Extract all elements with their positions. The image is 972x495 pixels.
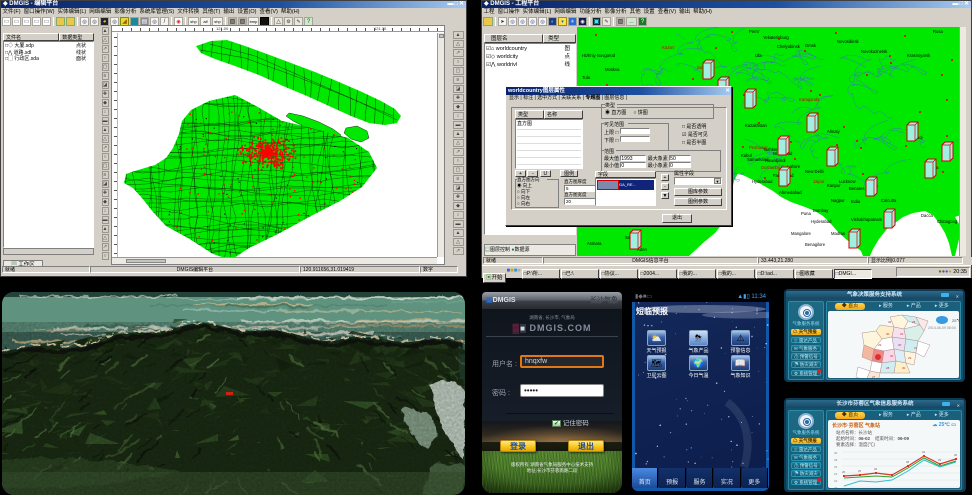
svg-text:29: 29 — [908, 356, 912, 360]
svg-text:Benagilore: Benagilore — [805, 242, 826, 247]
svg-text:Hizhniy Novgorod: Hizhniy Novgorod — [582, 53, 616, 58]
svg-text:Hyderabad: Hyderabad — [811, 219, 832, 224]
svg-text:Kazan': Kazan' — [662, 45, 675, 50]
svg-text:Ufa: Ufa — [755, 53, 762, 58]
svg-text:31: 31 — [900, 332, 904, 336]
svg-text:28: 28 — [834, 458, 838, 462]
svg-text:Almaty: Almaty — [827, 129, 841, 134]
svg-text:Bombay: Bombay — [813, 208, 829, 213]
svg-text:27: 27 — [872, 375, 876, 378]
svg-text:Ahmedabad: Ahmedabad — [779, 190, 802, 195]
svg-text:Moskva: Moskva — [605, 67, 620, 72]
svg-text:26: 26 — [834, 465, 838, 469]
svg-text:33: 33 — [876, 356, 880, 360]
svg-text:25: 25 — [842, 470, 846, 474]
svg-text:22: 22 — [834, 479, 838, 483]
svg-text:Krasnoyarsk: Krasnoyarsk — [907, 53, 931, 58]
svg-text:Asmara: Asmara — [587, 241, 602, 246]
svg-text:26: 26 — [874, 467, 878, 471]
svg-text:Dushanbe: Dushanbe — [761, 165, 781, 170]
svg-text:30: 30 — [834, 451, 838, 455]
svg-text:24: 24 — [834, 472, 838, 476]
svg-text:Kabul: Kabul — [741, 153, 752, 158]
svg-text:India: India — [851, 199, 861, 204]
svg-text:29: 29 — [938, 458, 942, 462]
svg-text:Vishakhapatnam: Vishakhapatnam — [851, 217, 883, 222]
svg-text:25: 25 — [858, 469, 862, 473]
svg-text:Karaganda: Karaganda — [799, 97, 820, 102]
svg-text:Tula: Tula — [582, 75, 591, 80]
svg-text:Peshawar: Peshawar — [749, 145, 768, 150]
svg-text:Calcutta: Calcutta — [881, 198, 897, 203]
svg-text:Kanpur: Kanpur — [827, 183, 841, 188]
svg-text:Chelyabinsk: Chelyabinsk — [777, 44, 801, 49]
svg-text:2014-06-09 08:00: 2014-06-09 08:00 — [928, 326, 956, 330]
svg-text:Benares: Benares — [849, 186, 865, 191]
svg-text:32: 32 — [888, 320, 892, 324]
svg-text:20: 20 — [834, 486, 838, 488]
svg-text:31: 31 — [922, 450, 926, 454]
svg-text:Omsk: Omsk — [805, 43, 817, 48]
svg-text:30: 30 — [886, 332, 890, 336]
svg-text:Rusa: Rusa — [933, 29, 943, 34]
svg-text:30: 30 — [902, 366, 906, 370]
svg-text:30: 30 — [890, 354, 894, 358]
svg-text:New Delhi: New Delhi — [805, 169, 824, 174]
svg-text:Puna: Puna — [801, 211, 811, 216]
svg-text:Jaipur: Jaipur — [813, 179, 825, 184]
svg-text:30: 30 — [954, 453, 958, 457]
svg-text:Hyderabad: Hyderabad — [752, 179, 773, 184]
svg-text:Dacca: Dacca — [921, 213, 934, 218]
svg-text:30: 30 — [898, 343, 902, 347]
svg-text:29: 29 — [878, 343, 882, 347]
svg-text:Perm': Perm' — [749, 29, 760, 34]
svg-text:Kazakhstan: Kazakhstan — [745, 123, 768, 128]
svg-text:Mangalore: Mangalore — [791, 231, 811, 236]
svg-text:Madras: Madras — [831, 231, 845, 236]
svg-text:28: 28 — [906, 460, 910, 464]
svg-text:Nagpur: Nagpur — [831, 198, 845, 203]
svg-text:Lucknow: Lucknow — [839, 179, 857, 184]
svg-text:Yekaterinburg: Yekaterinburg — [763, 35, 789, 40]
svg-text:Novosibirsk: Novosibirsk — [837, 39, 860, 44]
svg-text:25℃: 25℃ — [952, 318, 959, 323]
svg-text:Chittagong: Chittagong — [937, 219, 958, 224]
svg-text:27: 27 — [914, 346, 918, 350]
svg-text:28: 28 — [912, 320, 916, 324]
svg-text:28: 28 — [886, 366, 890, 370]
svg-text:Novokuznetsk: Novokuznetsk — [861, 49, 888, 54]
svg-text:Rawalpindi: Rawalpindi — [765, 158, 786, 163]
